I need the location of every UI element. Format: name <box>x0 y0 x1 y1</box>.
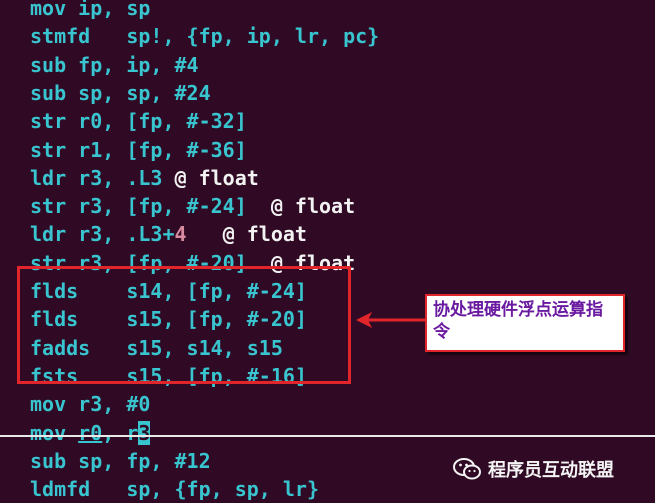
code-line-mov-r0-r3: mov r0, r3 <box>30 419 151 447</box>
watermark: 程序员互动联盟 <box>452 454 652 484</box>
code-line-mov-ip-sp: mov ip, sp <box>30 0 150 22</box>
code-token: sub fp, ip, #4 <box>30 52 199 77</box>
vfp-instructions-highlight <box>17 266 351 384</box>
callout-text: 协处理硬件浮点运算指令 <box>433 300 603 342</box>
terminal-window: mov ip, sp stmfd sp!, {fp, ip, lr, pc} sub… <box>0 0 655 503</box>
code-line-ldr-r3-l3: ldr r3, .L3 @ float <box>30 164 259 192</box>
code-line-ldmfd: ldmfd sp, {fp, sp, lr} <box>30 475 319 503</box>
code-token: str r1, [fp, #-36] <box>30 137 247 162</box>
code-token: ldr r3, .L3+ <box>30 222 175 247</box>
code-line-ldr-r3-l3-4: ldr r3, .L3+4 @ float <box>30 220 307 248</box>
code-token: ldmfd sp, {fp, sp, lr} <box>30 477 319 502</box>
wechat-icon <box>453 458 481 480</box>
code-token: mov ip, sp <box>30 0 151 20</box>
code-token: sub sp, sp, #24 <box>30 80 211 105</box>
arrow-icon <box>356 312 428 328</box>
text-cursor: 3 <box>138 420 151 445</box>
code-line-sub-sp: sub sp, sp, #24 <box>30 79 211 107</box>
code-token: ldr r3, .L3 <box>30 165 175 190</box>
code-token: mov <box>30 420 79 445</box>
code-token: sub sp, fp, #12 <box>30 448 211 473</box>
code-token: @ float <box>174 165 259 190</box>
code-token: r0 <box>78 420 103 445</box>
callout-note: 协处理硬件浮点运算指令 <box>425 294 625 352</box>
code-token: mov r3, #0 <box>30 392 151 417</box>
code-line-str-r1: str r1, [fp, #-36] <box>30 136 247 164</box>
code-token: str r3, [fp, #-24] <box>30 194 271 219</box>
code-line-str-r0: str r0, [fp, #-32] <box>30 107 247 135</box>
code-line-sub-sp-fp: sub sp, fp, #12 <box>30 447 211 475</box>
code-token: stmfd sp!, {fp, ip, lr, pc} <box>30 24 380 49</box>
code-line-stmfd: stmfd sp!, {fp, ip, lr, pc} <box>30 22 379 50</box>
divider <box>0 435 655 437</box>
code-line-str-r3-24: str r3, [fp, #-24] @ float <box>30 192 355 220</box>
code-token: , r <box>102 420 139 445</box>
watermark-text: 程序员互动联盟 <box>488 460 614 481</box>
code-line-mov-r3-0: mov r3, #0 <box>30 390 150 418</box>
code-token: @ float <box>270 194 356 219</box>
code-token: @ float <box>222 222 307 247</box>
code-line-sub-fp: sub fp, ip, #4 <box>30 51 199 79</box>
code-token: 4 <box>174 222 187 247</box>
code-token: str r0, [fp, #-32] <box>30 109 247 134</box>
